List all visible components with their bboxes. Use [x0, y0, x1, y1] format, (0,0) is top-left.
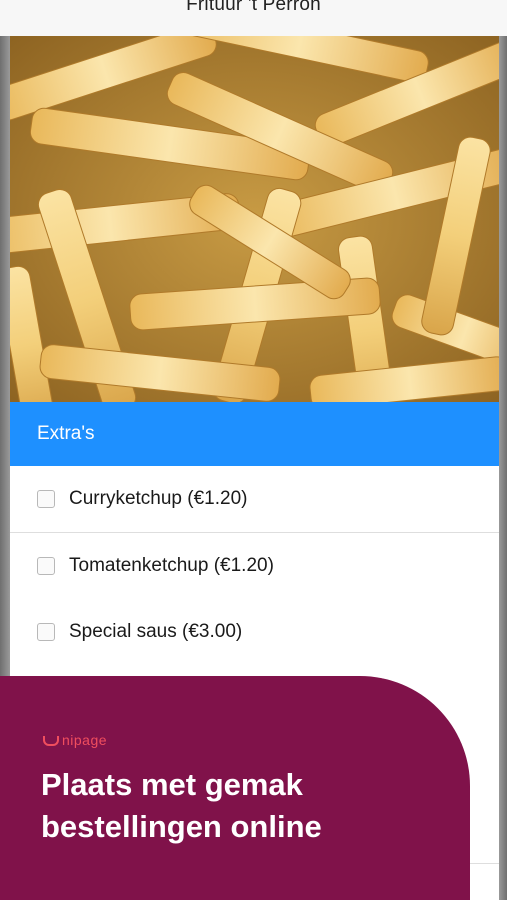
option-special-saus[interactable]: Special saus (€3.00): [10, 599, 499, 666]
promo-banner[interactable]: nipage Plaats met gemak bestellingen onl…: [0, 676, 470, 900]
unipage-logo-icon: [43, 736, 59, 746]
option-label: Curryketchup (€1.20): [69, 488, 248, 509]
promo-headline: Plaats met gemak bestellingen online: [41, 764, 441, 848]
extras-title: Extra's: [37, 423, 95, 444]
extras-header: Extra's: [10, 402, 499, 466]
promo-headline-line1: Plaats met gemak: [41, 767, 303, 802]
checkbox[interactable]: [37, 490, 55, 508]
fries-photo-icon: [10, 36, 499, 402]
product-image: [10, 36, 499, 402]
unipage-logo: nipage: [43, 732, 107, 748]
modal-backdrop-right: [499, 36, 507, 900]
option-tomatenketchup[interactable]: Tomatenketchup (€1.20): [10, 533, 499, 600]
app-screen: Frituur 't Perron Extra's Curryketchup (…: [0, 0, 507, 900]
option-label: Tomatenketchup (€1.20): [69, 555, 274, 576]
promo-headline-line2: bestellingen online: [41, 809, 322, 844]
option-curryketchup[interactable]: Curryketchup (€1.20): [10, 466, 499, 533]
checkbox[interactable]: [37, 557, 55, 575]
title-bar: Frituur 't Perron: [0, 0, 507, 37]
brand-name: nipage: [62, 732, 108, 748]
page-title: Frituur 't Perron: [186, 0, 321, 15]
checkbox[interactable]: [37, 623, 55, 641]
option-label: Special saus (€3.00): [69, 621, 243, 642]
